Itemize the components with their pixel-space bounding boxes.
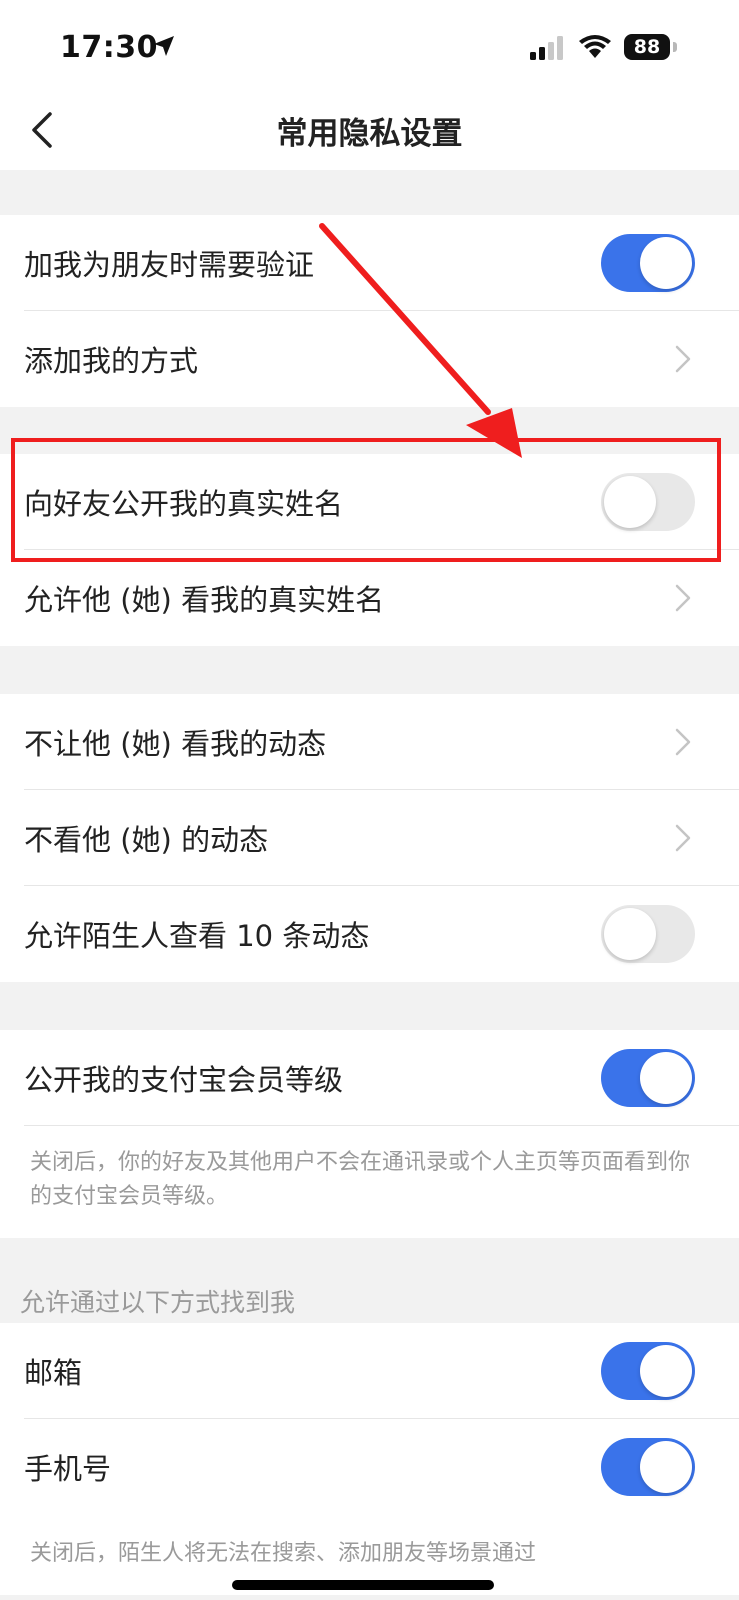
signal-icon	[530, 36, 563, 60]
settings-group-find-me: 邮箱 手机号 关闭后，陌生人将无法在搜索、添加朋友等场景通过	[0, 1323, 739, 1595]
highlight-box	[11, 438, 721, 562]
find-me-section-header: 允许通过以下方式找到我	[20, 1288, 296, 1317]
row-label: 手机号	[24, 1452, 112, 1486]
row-label: 邮箱	[24, 1356, 83, 1390]
row-friend-verification[interactable]: 加我为朋友时需要验证	[0, 215, 739, 311]
row-find-by-email[interactable]: 邮箱	[0, 1323, 739, 1419]
phone-toggle[interactable]	[601, 1438, 695, 1496]
chevron-right-icon	[675, 584, 691, 612]
settings-group-moments: 不让他 (她) 看我的动态 不看他 (她) 的动态 允许陌生人查看 10 条动态	[0, 694, 739, 982]
row-label: 不看他 (她) 的动态	[24, 823, 269, 857]
row-hide-my-moments[interactable]: 不让他 (她) 看我的动态	[0, 694, 739, 790]
row-hide-their-moments[interactable]: 不看他 (她) 的动态	[0, 790, 739, 886]
row-stranger-10-moments[interactable]: 允许陌生人查看 10 条动态	[0, 886, 739, 982]
row-label: 公开我的支付宝会员等级	[24, 1063, 344, 1097]
stranger-moments-toggle[interactable]	[601, 905, 695, 963]
home-indicator	[232, 1580, 494, 1590]
chevron-right-icon	[675, 728, 691, 756]
toggle-knob	[640, 1052, 692, 1104]
member-level-note: 关闭后，你的好友及其他用户不会在通讯录或个人主页等页面看到你的支付宝会员等级。	[30, 1150, 691, 1209]
status-bar: 17:30 88	[0, 0, 739, 88]
row-label: 允许陌生人查看 10 条动态	[24, 919, 370, 953]
battery-level: 88	[633, 36, 661, 58]
toggle-knob	[640, 1441, 692, 1493]
watermark-logo	[545, 1492, 695, 1548]
row-public-member-level[interactable]: 公开我的支付宝会员等级	[0, 1030, 739, 1126]
wifi-icon	[579, 35, 611, 58]
chevron-right-icon	[675, 824, 691, 852]
row-label: 添加我的方式	[24, 344, 199, 378]
page-title: 常用隐私设置	[276, 116, 463, 152]
row-allow-see-real-name[interactable]: 允许他 (她) 看我的真实姓名	[0, 550, 739, 646]
email-toggle[interactable]	[601, 1342, 695, 1400]
row-add-me-methods[interactable]: 添加我的方式	[0, 311, 739, 407]
row-label: 允许他 (她) 看我的真实姓名	[24, 583, 385, 617]
nav-bar: 常用隐私设置	[0, 88, 739, 170]
toggle-knob	[604, 908, 656, 960]
row-label: 不让他 (她) 看我的动态	[24, 727, 327, 761]
row-label: 加我为朋友时需要验证	[24, 248, 315, 282]
friend-verification-toggle[interactable]	[601, 234, 695, 292]
location-arrow-icon	[154, 36, 174, 56]
battery-tip	[673, 42, 677, 52]
settings-group-member-level: 公开我的支付宝会员等级 关闭后，你的好友及其他用户不会在通讯录或个人主页等页面看…	[0, 1030, 739, 1238]
member-level-toggle[interactable]	[601, 1049, 695, 1107]
chevron-right-icon	[675, 345, 691, 373]
toggle-knob	[640, 237, 692, 289]
toggle-knob	[640, 1345, 692, 1397]
battery-icon: 88	[624, 34, 670, 60]
settings-group-verification: 加我为朋友时需要验证 添加我的方式	[0, 215, 739, 407]
status-time: 17:30	[60, 30, 158, 65]
